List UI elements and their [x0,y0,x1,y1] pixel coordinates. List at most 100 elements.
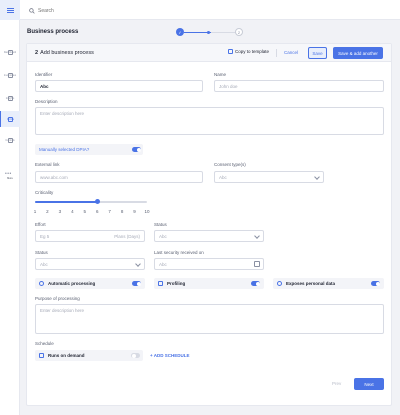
criticality-tick-label[interactable]: 3 [56,209,64,214]
sidebar-item-inventories[interactable]: Inventories [0,67,20,83]
criticality-tick-label[interactable]: 6 [93,209,101,214]
status-right-label: Status [154,222,167,227]
automatic-processing-label: Automatic processing [48,281,96,286]
effort-label: Effort [35,222,46,227]
identifier-field[interactable]: Abc [35,80,203,92]
stepper: ✓ 2 [176,28,244,37]
copy-icon [228,49,233,54]
last-security-placeholder: Abc [159,261,167,267]
external-link-field[interactable]: www.abc.com [35,171,203,183]
gear-icon [39,281,44,286]
consent-types-placeholder: Abc [219,174,227,180]
calendar-icon [39,353,44,358]
copy-to-template-button[interactable]: Copy to template [228,49,269,54]
criticality-tick-label[interactable]: 2 [43,209,51,214]
sidebar-item-forms[interactable]: Forms [0,111,20,127]
criticality-tick-label[interactable]: 10 [143,209,151,214]
consent-types-label: Consent type(s) [214,162,246,167]
search-bar[interactable] [29,6,158,15]
name-field[interactable]: John doe [214,80,384,92]
menu-icon[interactable] [0,0,20,20]
eye-icon [277,281,282,286]
save-add-another-button[interactable]: Save & add another [333,47,383,59]
last-security-date-field[interactable]: Abc [154,258,264,270]
purpose-field[interactable]: Enter description here [35,304,384,334]
copy-label: Copy to template [235,49,270,54]
step-2[interactable]: 2 [235,28,243,36]
sidebar-item-more[interactable]: More [0,177,20,180]
criticality-tick-label[interactable]: 4 [68,209,76,214]
search-icon [29,7,35,14]
runs-on-demand-label: Runs on demand [48,353,85,358]
criticality-tick-label[interactable]: 7 [106,209,114,214]
step-1-check-icon[interactable]: ✓ [176,28,184,36]
profiling-row: Profiling [154,278,264,289]
sidebar-item-controls[interactable]: Controls [0,132,20,148]
search-input[interactable] [38,7,158,14]
page-title: Business process [27,29,79,35]
status-right-placeholder: Abc [159,233,167,239]
name-label: Name [214,72,227,77]
runs-on-demand-row: Runs on demand [35,350,143,361]
next-button[interactable]: Next [354,378,384,390]
personal-data-toggle[interactable] [371,281,380,286]
purpose-label: Purpose of processing [35,296,80,301]
criticality-slider-handle[interactable] [95,199,101,204]
sidebar-item-label: Inventories [3,73,17,77]
chevron-down-icon [135,261,141,267]
step-number: 2 [35,50,39,56]
status-left-placeholder: Abc [40,261,48,267]
divider [276,49,277,57]
consent-types-select[interactable]: Abc [214,171,324,183]
add-schedule-button[interactable]: + ADD SCHEDULE [150,353,189,358]
sidebar-item-label: Dashboard [3,50,17,54]
calendar-icon[interactable] [254,261,260,267]
description-field[interactable]: Enter description here [35,107,384,135]
prev-button[interactable]: Prev [332,381,341,386]
card-title-text: Add business process [40,50,94,56]
criticality-slider-fill [35,201,98,203]
identifier-label: Identifier [35,72,53,77]
profiling-toggle[interactable] [251,281,260,286]
personal-data-row: Exposes personal data [273,278,384,289]
save-button[interactable]: Save [308,47,327,59]
criticality-tick-label[interactable]: 8 [118,209,126,214]
sidebar-item-label: Controls [5,138,15,142]
criticality-slider[interactable] [35,199,147,204]
list-icon [158,281,163,286]
manual-dpia-label: Manually selected DPIA? [39,147,90,152]
status-left-select[interactable]: Abc [35,258,145,270]
effort-field[interactable]: Eg 5 Plans (Days) [35,230,145,242]
business-process-card: 2 Add business process Copy to template C… [26,43,392,406]
external-link-label: External link [35,162,60,167]
sidebar-item-label: Insights [5,96,15,100]
manual-dpia-row: Manually selected DPIA? [35,144,143,155]
criticality-tick-label[interactable]: 1 [31,209,39,214]
cancel-button[interactable]: Cancel [284,50,298,55]
sidebar-item-insights[interactable]: Insights [0,90,20,106]
external-link-placeholder: www.abc.com [40,174,68,180]
manual-dpia-toggle[interactable] [132,147,141,152]
criticality-tick-label[interactable]: 9 [131,209,139,214]
sidebar-item-label: Forms [6,117,15,121]
automatic-processing-toggle[interactable] [132,281,141,286]
chevron-down-icon [254,233,260,239]
status-right-select[interactable]: Abc [154,230,264,242]
name-placeholder: John doe [219,83,238,89]
last-security-label: Last security received on [154,250,204,255]
sidebar-item-dashboard[interactable]: Dashboard [0,44,20,60]
criticality-label: Criticality [35,190,54,195]
effort-suffix: Plans (Days) [114,233,140,239]
identifier-value: Abc [40,83,49,89]
description-placeholder: Enter description here [40,111,85,116]
schedule-label: Schedule [35,341,54,346]
description-label: Description [35,99,58,104]
purpose-placeholder: Enter description here [40,308,85,313]
status-left-label: Status [35,250,48,255]
criticality-tick-label[interactable]: 5 [81,209,89,214]
runs-on-demand-toggle[interactable] [131,353,140,358]
personal-data-label: Exposes personal data [286,281,336,286]
effort-placeholder: Eg 5 [40,233,50,239]
card-header: 2 Add business process Copy to template C… [27,44,391,62]
automatic-processing-row: Automatic processing [35,278,145,289]
